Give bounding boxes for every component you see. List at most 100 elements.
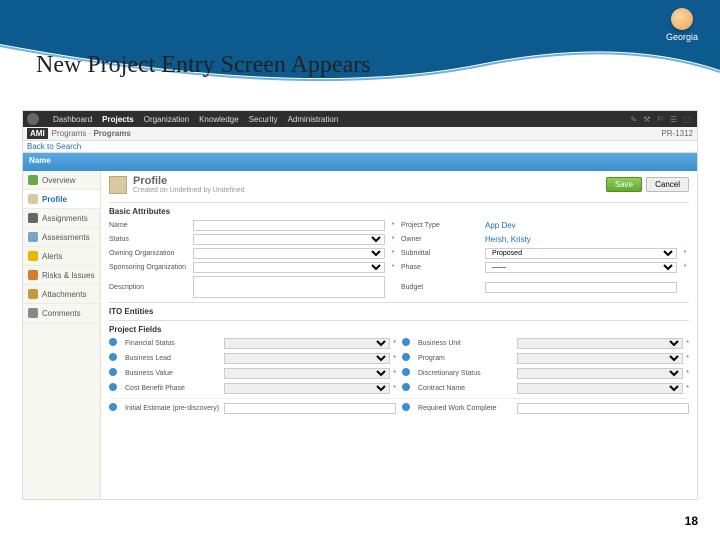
field-label: Cost Benefit Phase	[125, 385, 221, 392]
required-marker: *	[686, 340, 689, 347]
required-marker: *	[686, 385, 689, 392]
crumb-1[interactable]: Programs ·	[52, 129, 92, 138]
main-panel: Profile Created on Undefined by Undefine…	[101, 171, 697, 499]
field-label: Budget	[401, 284, 481, 291]
field-input-name[interactable]	[193, 220, 385, 231]
field-label: Project Type	[401, 222, 481, 229]
info-icon[interactable]	[109, 368, 117, 376]
page-number: 18	[685, 514, 698, 528]
sidebar-item-profile[interactable]: Profile	[23, 190, 100, 209]
field-select-business-unit[interactable]	[517, 338, 683, 349]
app-logo-icon	[27, 113, 39, 125]
back-to-search-link[interactable]: Back to Search	[23, 141, 697, 153]
field-label: Business Lead	[125, 355, 221, 362]
info-icon[interactable]	[109, 353, 117, 361]
nav-projects[interactable]: Projects	[102, 115, 134, 124]
save-button[interactable]: Save	[606, 177, 642, 192]
sidebar-icon	[28, 270, 38, 280]
field-label: Initial Estimate (pre-discovery)	[125, 405, 221, 412]
ito-entities-section: ITO Entities	[109, 302, 689, 316]
sidebar-item-risks-issues[interactable]: Risks & Issues	[23, 266, 100, 285]
field-input-required-work-complete[interactable]	[517, 403, 689, 414]
nav-organization[interactable]: Organization	[144, 115, 189, 124]
ito-entities-title: ITO Entities	[109, 307, 689, 316]
sidebar-item-alerts[interactable]: Alerts	[23, 247, 100, 266]
nav-administration[interactable]: Administration	[288, 115, 339, 124]
field-label: Owner	[401, 236, 481, 243]
sidebar-icon	[28, 213, 38, 223]
field-label: Contract Name	[418, 385, 514, 392]
field-label: Discretionary Status	[418, 370, 514, 377]
field-label: Required Work Complete	[418, 405, 514, 412]
field-label: Phase	[401, 264, 481, 271]
info-icon[interactable]	[109, 383, 117, 391]
required-marker: *	[686, 355, 689, 362]
name-bar: Name	[23, 153, 697, 171]
info-icon[interactable]	[402, 383, 410, 391]
field-label: Description	[109, 284, 189, 291]
sidebar-item-assignments[interactable]: Assignments	[23, 209, 100, 228]
required-marker: *	[389, 236, 397, 243]
nav-utility-icons[interactable]: ✎ ⚒ ⚐ ☰ ⬚	[630, 115, 693, 124]
info-icon[interactable]	[109, 403, 117, 411]
required-marker: *	[393, 355, 396, 362]
sidebar-item-overview[interactable]: Overview	[23, 171, 100, 190]
field-label: Sponsoring Organization	[109, 264, 189, 271]
field-select-business-lead[interactable]	[224, 353, 390, 364]
sidebar-item-label: Overview	[42, 176, 75, 185]
field-label: Program	[418, 355, 514, 362]
sidebar-item-label: Comments	[42, 309, 81, 318]
info-icon[interactable]	[402, 403, 410, 411]
profile-subtitle: Created on Undefined by Undefined	[133, 187, 245, 194]
sidebar-item-label: Attachments	[42, 290, 86, 299]
field-input-initial-estimate-pre-discovery-[interactable]	[224, 403, 396, 414]
sidebar-icon	[28, 289, 38, 299]
field-input-owning-organization[interactable]	[193, 248, 385, 259]
georgia-logo: Georgia	[666, 8, 698, 42]
nav-knowledge[interactable]: Knowledge	[199, 115, 239, 124]
nav-security[interactable]: Security	[249, 115, 278, 124]
field-label: Business Value	[125, 370, 221, 377]
field-input-owner: Hersh, Kristy	[485, 235, 677, 244]
field-input-status[interactable]	[193, 234, 385, 245]
peach-icon	[671, 8, 693, 30]
field-select-contract-name[interactable]	[517, 383, 683, 394]
field-label: Submittal	[401, 250, 481, 257]
field-select-program[interactable]	[517, 353, 683, 364]
profile-header: Profile Created on Undefined by Undefine…	[109, 171, 689, 198]
required-marker: *	[681, 264, 689, 271]
info-icon[interactable]	[109, 338, 117, 346]
field-input-submittal[interactable]: Proposed	[485, 248, 677, 259]
required-marker: *	[389, 250, 397, 257]
field-input-project-type: App Dev	[485, 221, 677, 230]
field-label: Owning Organization	[109, 250, 189, 257]
info-icon[interactable]	[402, 353, 410, 361]
info-icon[interactable]	[402, 338, 410, 346]
logo-text: Georgia	[666, 32, 698, 42]
field-input-phase[interactable]: ——	[485, 262, 677, 273]
sidebar-item-comments[interactable]: Comments	[23, 304, 100, 323]
nav-dashboard[interactable]: Dashboard	[53, 115, 92, 124]
field-label: Business Unit	[418, 340, 514, 347]
field-select-cost-benefit-phase[interactable]	[224, 383, 390, 394]
breadcrumb-bar: AMI Programs · Programs PR-1312	[23, 127, 697, 141]
sidebar-item-label: Profile	[42, 195, 67, 204]
info-icon[interactable]	[402, 368, 410, 376]
cancel-button[interactable]: Cancel	[646, 177, 689, 192]
required-marker: *	[686, 370, 689, 377]
field-input-sponsoring-organization[interactable]	[193, 262, 385, 273]
project-id: PR-1312	[661, 129, 693, 138]
field-input-description[interactable]	[193, 276, 385, 298]
field-select-business-value[interactable]	[224, 368, 390, 379]
field-input-budget[interactable]	[485, 282, 677, 293]
project-fields-title: Project Fields	[109, 325, 689, 334]
sidebar-icon	[28, 308, 38, 318]
sidebar-item-assessments[interactable]: Assessments	[23, 228, 100, 247]
sidebar-icon	[28, 194, 38, 204]
field-select-discretionary-status[interactable]	[517, 368, 683, 379]
field-select-financial-status[interactable]	[224, 338, 390, 349]
field-label: Name	[109, 222, 189, 229]
sidebar-icon	[28, 232, 38, 242]
required-marker: *	[393, 370, 396, 377]
sidebar-item-attachments[interactable]: Attachments	[23, 285, 100, 304]
